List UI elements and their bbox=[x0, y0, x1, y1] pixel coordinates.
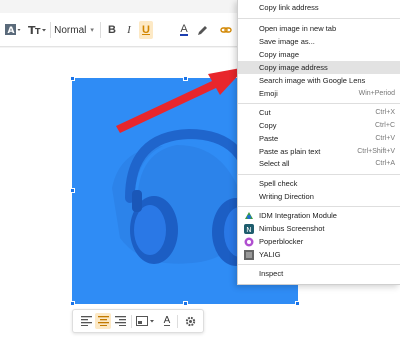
menu-item-emoji[interactable]: Emoji Win+Period bbox=[238, 87, 400, 100]
menu-item-label: Save image as... bbox=[259, 37, 315, 46]
menu-item-paste[interactable]: Paste Ctrl+V bbox=[238, 132, 400, 145]
menu-item-search-google-lens[interactable]: Search image with Google Lens bbox=[238, 74, 400, 87]
menu-item-copy-image[interactable]: Copy image bbox=[238, 48, 400, 61]
menu-item-label: Spell check bbox=[259, 179, 298, 188]
menu-item-yalig[interactable]: YALIG bbox=[238, 248, 400, 261]
menu-item-idm-integration[interactable]: IDM Integration Module bbox=[238, 209, 400, 222]
menu-item-label: Copy link address bbox=[259, 3, 319, 12]
menu-item-shortcut: Ctrl+A bbox=[375, 160, 395, 167]
menu-item-shortcut: Ctrl+V bbox=[375, 135, 395, 142]
menu-item-shortcut: Ctrl+Shift+V bbox=[357, 148, 395, 155]
idm-icon bbox=[245, 211, 253, 219]
menu-separator bbox=[238, 264, 400, 265]
menu-separator bbox=[238, 174, 400, 175]
context-menu: Copy link address Open image in new tab … bbox=[237, 0, 400, 285]
menu-item-writing-direction[interactable]: Writing Direction bbox=[238, 190, 400, 203]
nimbus-icon: N bbox=[244, 223, 254, 234]
menu-separator bbox=[238, 206, 400, 207]
poperblocker-icon bbox=[244, 237, 254, 246]
menu-item-label: Copy image bbox=[259, 50, 300, 59]
menu-item-label: Poperblocker bbox=[259, 237, 304, 246]
menu-item-label: Inspect bbox=[259, 269, 284, 278]
menu-item-label: Nimbus Screenshot bbox=[259, 224, 325, 233]
menu-separator bbox=[238, 103, 400, 104]
menu-item-copy-link-address[interactable]: Copy link address bbox=[238, 1, 400, 14]
yalig-icon bbox=[244, 249, 254, 260]
menu-item-select-all[interactable]: Select all Ctrl+A bbox=[238, 157, 400, 170]
menu-item-cut[interactable]: Cut Ctrl+X bbox=[238, 106, 400, 119]
svg-text:N: N bbox=[246, 226, 251, 234]
menu-item-shortcut: Ctrl+X bbox=[375, 109, 395, 116]
menu-separator bbox=[238, 18, 400, 19]
menu-item-open-image-new-tab[interactable]: Open image in new tab bbox=[238, 22, 400, 35]
menu-item-label: Emoji bbox=[259, 89, 278, 98]
menu-item-save-image-as[interactable]: Save image as... bbox=[238, 35, 400, 48]
menu-item-shortcut: Ctrl+C bbox=[374, 122, 395, 129]
menu-item-label: Writing Direction bbox=[259, 192, 314, 201]
menu-item-spell-check[interactable]: Spell check bbox=[238, 177, 400, 190]
menu-item-label: Paste bbox=[259, 134, 279, 143]
menu-item-label: YALIG bbox=[259, 250, 281, 259]
menu-item-label: Copy image address bbox=[259, 63, 328, 72]
menu-item-nimbus-screenshot[interactable]: N Nimbus Screenshot bbox=[238, 222, 400, 235]
menu-item-label: Paste as plain text bbox=[259, 147, 321, 156]
menu-item-inspect[interactable]: Inspect bbox=[238, 267, 400, 280]
menu-item-label: IDM Integration Module bbox=[259, 211, 337, 220]
menu-item-label: Open image in new tab bbox=[259, 24, 337, 33]
menu-item-copy-image-address[interactable]: Copy image address bbox=[238, 61, 400, 74]
menu-item-label: Copy bbox=[259, 121, 277, 130]
menu-item-poperblocker[interactable]: Poperblocker bbox=[238, 235, 400, 248]
menu-item-label: Select all bbox=[259, 159, 290, 168]
menu-item-label: Search image with Google Lens bbox=[259, 76, 366, 85]
menu-item-label: Cut bbox=[259, 108, 271, 117]
menu-item-shortcut: Win+Period bbox=[358, 90, 395, 97]
menu-item-copy[interactable]: Copy Ctrl+C bbox=[238, 119, 400, 132]
